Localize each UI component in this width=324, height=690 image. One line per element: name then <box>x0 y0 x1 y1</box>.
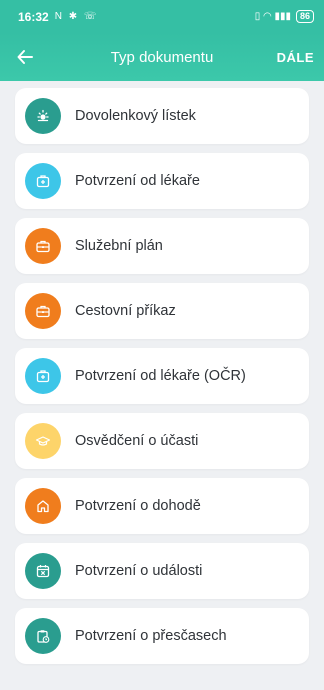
status-notification-icons: N ✱ ☏ <box>54 11 99 22</box>
briefcase-icon <box>25 228 61 264</box>
document-type-label: Potvrzení o dohodě <box>75 498 201 514</box>
status-right-icons: ▯ ◠ ▮▮▮ 86 <box>255 10 314 23</box>
next-button[interactable]: DÁLE <box>275 44 316 71</box>
home-icon <box>25 488 61 524</box>
graduation-cap-icon <box>25 423 61 459</box>
signal-icon: ▯ ◠ ▮▮▮ <box>254 11 291 22</box>
medical-kit-icon <box>25 163 61 199</box>
document-type-label: Cestovní příkaz <box>75 303 176 319</box>
document-type-item[interactable]: Potvrzení o přesčasech <box>15 608 309 664</box>
document-type-label: Potvrzení o události <box>75 563 203 579</box>
document-type-label: Potvrzení od lékaře <box>75 173 200 189</box>
sun-icon <box>25 98 61 134</box>
document-type-item[interactable]: Potvrzení od lékaře <box>15 153 309 209</box>
document-type-label: Osvědčení o účasti <box>75 433 199 449</box>
battery-icon: 86 <box>295 10 314 23</box>
document-type-label: Služební plán <box>75 238 163 254</box>
document-type-item[interactable]: Dovolenkový lístek <box>15 88 309 144</box>
document-type-item[interactable]: Potvrzení o události <box>15 543 309 599</box>
document-type-label: Potvrzení od lékaře (OČR) <box>75 368 246 384</box>
clipboard-clock-icon <box>25 618 61 654</box>
status-bar: 16:32 N ✱ ☏ ▯ ◠ ▮▮▮ 86 <box>0 0 324 33</box>
medical-kit-icon <box>25 358 61 394</box>
document-type-item[interactable]: Služební plán <box>15 218 309 274</box>
app-bar: Typ dokumentu DÁLE <box>0 33 324 81</box>
document-type-item[interactable]: Osvědčení o účasti <box>15 413 309 469</box>
document-type-label: Dovolenkový lístek <box>75 108 196 124</box>
back-button[interactable] <box>0 33 50 81</box>
briefcase-icon <box>25 293 61 329</box>
status-time: 16:32 <box>18 9 49 24</box>
document-type-item[interactable]: Cestovní příkaz <box>15 283 309 339</box>
calendar-x-icon <box>25 553 61 589</box>
document-type-item[interactable]: Potvrzení od lékaře (OČR) <box>15 348 309 404</box>
arrow-left-icon <box>17 50 33 64</box>
document-type-item[interactable]: Potvrzení o dohodě <box>15 478 309 534</box>
document-type-label: Potvrzení o přesčasech <box>75 628 227 644</box>
